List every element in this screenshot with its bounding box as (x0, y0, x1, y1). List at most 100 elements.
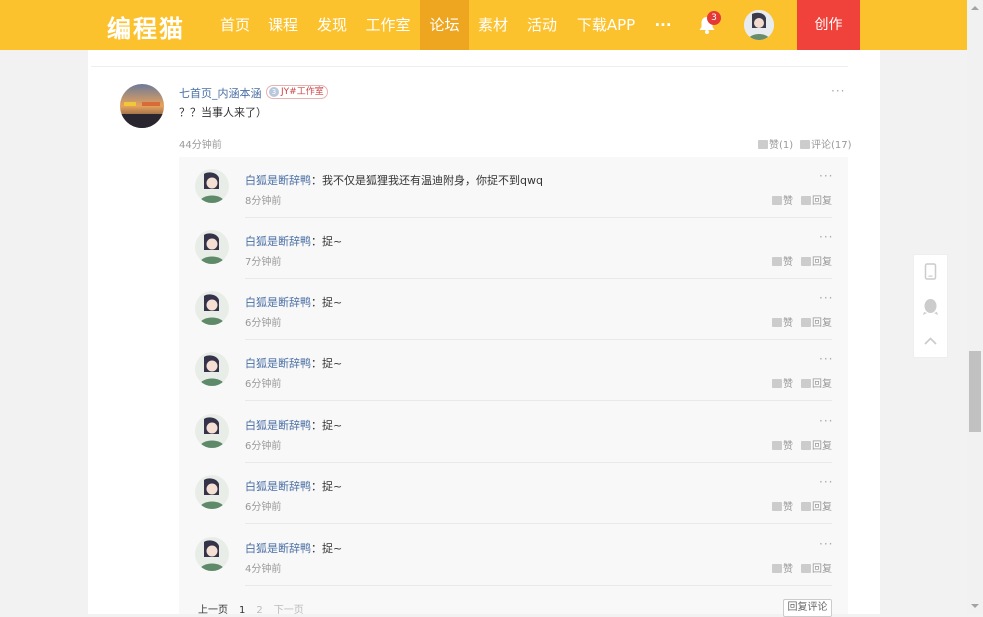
thumbs-up-icon (772, 564, 782, 573)
reply-avatar[interactable] (195, 230, 229, 264)
reply-reply-button[interactable]: 回复 (801, 253, 832, 268)
create-button[interactable]: 创作 (797, 0, 860, 50)
prev-page-button[interactable]: 上一页 (198, 605, 228, 616)
divider (245, 523, 832, 524)
reply-like-label: 赞 (783, 441, 793, 452)
reply-reply-label: 回复 (812, 564, 832, 575)
reply-comment-button[interactable]: 回复评论 (783, 599, 832, 617)
nav-item-download-app[interactable]: 下载APP (575, 0, 637, 50)
phone-icon[interactable] (914, 255, 947, 289)
reply-author-name[interactable]: 白狐是断辞鸭 (245, 357, 311, 370)
reply-like-label: 赞 (783, 379, 793, 390)
comment-icon (800, 140, 810, 149)
thumbs-up-icon (758, 140, 768, 149)
thumbs-up-icon (772, 441, 782, 450)
reply-more-button[interactable]: ··· (819, 475, 833, 489)
user-avatar[interactable] (744, 10, 774, 40)
reply-reply-button[interactable]: 回复 (801, 375, 832, 390)
thumbs-up-icon (772, 502, 782, 511)
reply-reply-button[interactable]: 回复 (801, 437, 832, 452)
reply-reply-label: 回复 (812, 196, 832, 207)
reply-reply-label: 回复 (812, 502, 832, 513)
reply-more-button[interactable]: ··· (819, 230, 833, 244)
scrollbar-thumb[interactable] (969, 351, 981, 432)
divider (245, 585, 832, 586)
reply-more-button[interactable]: ··· (819, 537, 833, 551)
reply-author-name[interactable]: 白狐是断辞鸭 (245, 235, 311, 248)
reply-author-name[interactable]: 白狐是断辞鸭 (245, 174, 311, 187)
studio-tag[interactable]: 3 JY#工作室 (266, 85, 328, 99)
reply-text: ：捉~ (311, 235, 343, 248)
thumbs-up-icon (772, 196, 782, 205)
nav-item-materials[interactable]: 素材 (477, 0, 509, 50)
reply-reply-button[interactable]: 回复 (801, 314, 832, 329)
reply-more-button[interactable]: ··· (819, 352, 833, 366)
reply-text: ：捉~ (311, 296, 343, 309)
page-2-button[interactable]: 2 (256, 605, 262, 616)
scroll-up-arrow-icon[interactable] (971, 6, 979, 10)
level-badge: 3 (269, 87, 279, 97)
reply-avatar[interactable] (195, 291, 229, 325)
next-page-button[interactable]: 下一页 (274, 605, 304, 616)
reply-avatar[interactable] (195, 352, 229, 386)
reply-like-button[interactable]: 赞 (772, 253, 793, 268)
post-comment-button[interactable]: 评论(17) (800, 136, 852, 151)
reply-item: 白狐是断辞鸭：我不仅是狐狸我还有温迪附身，你捉不到qwq 8分钟前 ··· 赞 … (179, 157, 848, 218)
thumbs-up-icon (772, 379, 782, 388)
reply-like-button[interactable]: 赞 (772, 437, 793, 452)
scroll-down-arrow-icon[interactable] (971, 604, 979, 608)
reply-time: 8分钟前 (245, 196, 282, 207)
post-text: ？？当事人来了） (179, 106, 267, 119)
reply-reply-button[interactable]: 回复 (801, 192, 832, 207)
reply-item: 白狐是断辞鸭：捉~ 6分钟前 ··· 赞 回复 (179, 463, 848, 524)
reply-like-button[interactable]: 赞 (772, 375, 793, 390)
reply-list: 白狐是断辞鸭：我不仅是狐狸我还有温迪附身，你捉不到qwq 8分钟前 ··· 赞 … (179, 157, 848, 614)
reply-more-button[interactable]: ··· (819, 291, 833, 305)
post-comment-label: 评论(17) (811, 140, 852, 151)
reply-avatar[interactable] (195, 537, 229, 571)
reply-author-name[interactable]: 白狐是断辞鸭 (245, 296, 311, 309)
reply-avatar[interactable] (195, 169, 229, 203)
scrollbar[interactable] (967, 0, 983, 614)
back-to-top-icon[interactable] (914, 325, 947, 359)
reply-like-button[interactable]: 赞 (772, 560, 793, 575)
thumbs-up-icon (772, 318, 782, 327)
nav-item-courses[interactable]: 课程 (267, 0, 299, 50)
reply-reply-button[interactable]: 回复 (801, 560, 832, 575)
post-author-name[interactable]: 七首页_内涵本涵 (179, 85, 262, 101)
nav-item-activities[interactable]: 活动 (526, 0, 558, 50)
reply-item: 白狐是断辞鸭：捉~ 7分钟前 ··· 赞 回复 (179, 218, 848, 279)
reply-more-button[interactable]: ··· (819, 414, 833, 428)
post-like-button[interactable]: 赞(1) (758, 136, 793, 151)
qq-icon[interactable] (914, 290, 947, 324)
nav-item-forum[interactable]: 论坛 (420, 0, 469, 50)
reply-more-button[interactable]: ··· (819, 169, 833, 183)
post-more-button[interactable]: ··· (831, 84, 845, 98)
reply-author-name[interactable]: 白狐是断辞鸭 (245, 419, 311, 432)
reply-avatar[interactable] (195, 475, 229, 509)
reply-like-button[interactable]: 赞 (772, 498, 793, 513)
reply-author-name[interactable]: 白狐是断辞鸭 (245, 480, 311, 493)
reply-avatar[interactable] (195, 414, 229, 448)
site-logo[interactable]: 编程猫 (107, 9, 185, 44)
comment-icon (801, 441, 811, 450)
reply-item: 白狐是断辞鸭：捉~ 6分钟前 ··· 赞 回复 (179, 279, 848, 340)
thumbs-up-icon (772, 257, 782, 266)
reply-time: 6分钟前 (245, 502, 282, 513)
reply-author-name[interactable]: 白狐是断辞鸭 (245, 542, 311, 555)
reply-reply-label: 回复 (812, 379, 832, 390)
reply-reply-button[interactable]: 回复 (801, 498, 832, 513)
nav-item-studio[interactable]: 工作室 (364, 0, 412, 50)
divider (91, 66, 848, 67)
post-author-avatar[interactable] (120, 84, 164, 128)
nav-item-home[interactable]: 首页 (219, 0, 251, 50)
reply-like-label: 赞 (783, 318, 793, 329)
page-1-button[interactable]: 1 (239, 605, 245, 616)
nav-more-button[interactable]: ··· (652, 0, 674, 50)
nav-item-discover[interactable]: 发现 (316, 0, 348, 50)
reply-item: 白狐是断辞鸭：捉~ 6分钟前 ··· 赞 回复 (179, 402, 848, 463)
reply-text: ：捉~ (311, 357, 343, 370)
reply-time: 4分钟前 (245, 564, 282, 575)
reply-like-button[interactable]: 赞 (772, 314, 793, 329)
reply-like-button[interactable]: 赞 (772, 192, 793, 207)
